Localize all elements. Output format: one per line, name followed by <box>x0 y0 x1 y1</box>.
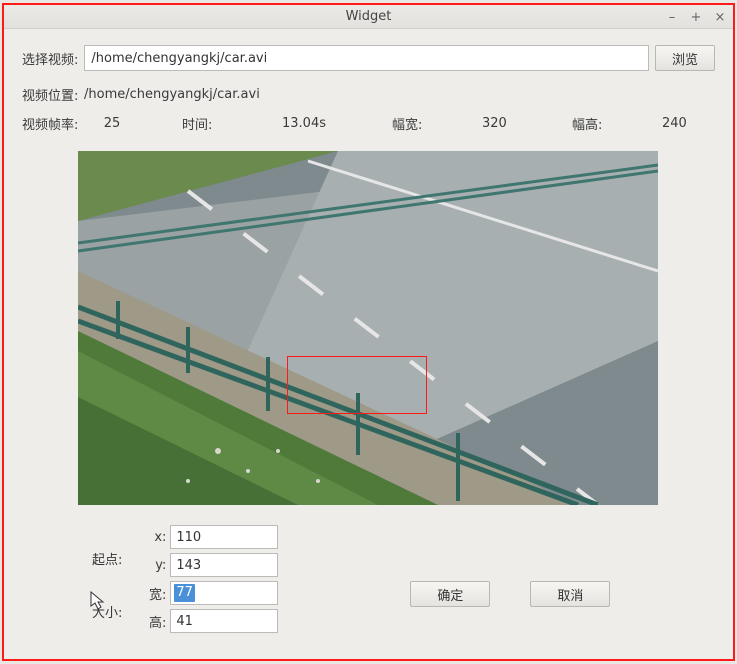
close-button[interactable]: × <box>713 10 727 24</box>
width-label: 幅宽: <box>392 114 432 133</box>
window-controls: – + × <box>665 5 727 29</box>
minimize-button[interactable]: – <box>665 10 679 24</box>
w-input-wrap: 77 <box>170 581 278 605</box>
start-point-label: 起点: <box>92 549 122 568</box>
select-video-row: 选择视频: 浏览 <box>22 45 715 71</box>
time-value: 13.04s <box>282 116 342 131</box>
fps-value: 25 <box>82 116 142 131</box>
video-location-row: 视频位置: /home/chengyangkj/car.avi <box>22 85 715 104</box>
x-label: x: <box>142 530 166 545</box>
cancel-button[interactable]: 取消 <box>530 581 610 607</box>
size-label: 大小: <box>92 602 122 621</box>
h-input[interactable] <box>170 609 278 633</box>
y-label: y: <box>142 558 166 573</box>
video-path-input[interactable] <box>84 45 649 71</box>
app-window: Widget – + × 选择视频: 浏览 视频位置: /home/chengy… <box>2 3 735 661</box>
roi-controls: 起点: 大小: x: y: 宽: 77 高: 确定 取消 <box>92 525 715 633</box>
browse-button[interactable]: 浏览 <box>655 45 715 71</box>
height-value: 240 <box>662 116 702 131</box>
roi-fields-grid: x: y: 宽: 77 高: <box>142 525 280 633</box>
select-video-label: 选择视频: <box>22 49 78 68</box>
action-buttons: 确定 取消 <box>410 581 610 607</box>
w-label: 宽: <box>142 584 166 603</box>
maximize-button[interactable]: + <box>689 10 703 24</box>
video-preview[interactable] <box>78 151 658 505</box>
ok-button[interactable]: 确定 <box>410 581 490 607</box>
video-location-value: /home/chengyangkj/car.avi <box>84 87 260 102</box>
height-label: 幅高: <box>572 114 612 133</box>
width-value: 320 <box>482 116 532 131</box>
client-area: 选择视频: 浏览 视频位置: /home/chengyangkj/car.avi… <box>4 29 733 659</box>
roi-side-labels: 起点: 大小: <box>92 549 122 621</box>
video-frame-svg <box>78 151 658 505</box>
w-input-selection: 77 <box>174 584 195 602</box>
x-input[interactable] <box>170 525 278 549</box>
video-metrics-row: 视频帧率: 25 时间: 13.04s 幅宽: 320 幅高: 240 <box>22 114 715 133</box>
roi-rectangle[interactable] <box>287 356 427 414</box>
y-input[interactable] <box>170 553 278 577</box>
time-label: 时间: <box>182 114 222 133</box>
video-location-label: 视频位置: <box>22 85 82 104</box>
fps-label: 视频帧率: <box>22 114 82 133</box>
titlebar[interactable]: Widget – + × <box>4 5 733 29</box>
window-title: Widget <box>346 9 392 24</box>
h-label: 高: <box>142 612 166 631</box>
